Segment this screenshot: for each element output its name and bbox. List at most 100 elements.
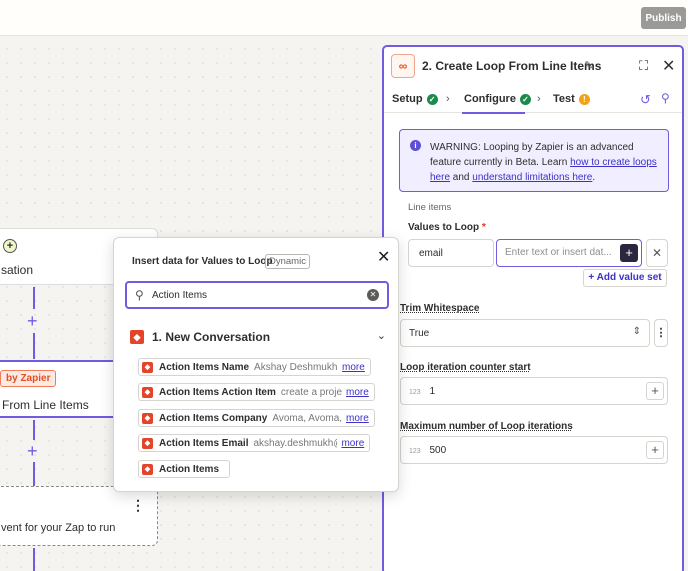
more-link[interactable]: more [346, 413, 369, 424]
option-name: Action Items Company [159, 412, 268, 424]
more-link[interactable]: more [342, 362, 365, 373]
select-value: True [409, 328, 430, 339]
expand-icon[interactable]: ⛶ [639, 58, 648, 74]
trim-whitespace-label: Trim Whitespace [400, 303, 480, 314]
insert-data-plus-icon[interactable]: + [646, 382, 664, 400]
dynamic-badge: Dynamic [265, 254, 310, 269]
step-editor-panel: ∞ 2. Create Loop From Line Items ✎ ⛶ ✕ S… [382, 45, 684, 571]
top-bar: Publish [0, 0, 688, 36]
loop-logo-icon: ∞ [391, 54, 415, 78]
data-option[interactable]: ◆ Action Items Action Item create a proj… [138, 383, 375, 401]
number-hint: 123 [409, 448, 421, 455]
beta-warning-banner: i WARNING: Looping by Zapier is an advan… [399, 129, 669, 192]
empty-action-step-card[interactable]: ⋮ vent for your Zap to run [0, 486, 158, 546]
field-options-icon[interactable]: ⋮ [654, 319, 668, 347]
remove-value-close-icon[interactable]: ✕ [646, 239, 668, 267]
add-value-set-button[interactable]: + Add value set [583, 269, 667, 287]
option-sample: Avoma, Avoma, [272, 412, 343, 424]
line-items-label: Line items [408, 202, 452, 213]
chevron-right-icon: › [446, 93, 450, 105]
counter-start-label: Loop iteration counter start [400, 362, 531, 373]
option-sample: Akshay Deshmukh, [254, 361, 339, 373]
search-icon: ⚲ [135, 288, 144, 302]
data-option[interactable]: ◆ Action Items [138, 460, 231, 478]
chevron-right-icon: › [537, 93, 541, 105]
field-label-text: Values to Loop [408, 222, 480, 233]
loop-value-input[interactable]: Enter text or insert dat... + [496, 239, 642, 267]
app-logo-icon: ◆ [142, 463, 153, 475]
insert-data-plus-icon[interactable]: + [646, 441, 664, 459]
undo-icon[interactable]: ↺ [640, 92, 651, 108]
required-marker: * [481, 222, 486, 233]
values-to-loop-label: Values to Loop * [408, 222, 486, 233]
tab-test[interactable]: Test ! [553, 93, 590, 105]
step-title: sation [1, 263, 34, 277]
insert-data-popup: Insert data for Values to Loop Dynamic ✕… [113, 237, 399, 492]
connector-line [33, 420, 35, 440]
app-logo-icon: ◆ [142, 437, 153, 449]
app-logo-icon: ◆ [142, 361, 153, 373]
check-icon: ✓ [519, 93, 531, 105]
data-option[interactable]: ◆ Action Items Email akshay.deshmukh@ mo… [138, 434, 371, 452]
panel-title: 2. Create Loop From Line Items [422, 59, 602, 73]
option-name: Action Items Action Item [159, 386, 276, 398]
app-logo-icon: ◆ [142, 386, 153, 398]
connector-line [33, 333, 35, 359]
step-tabs: Setup ✓ › Configure ✓ › Test ! [384, 89, 682, 114]
number-hint: 123 [409, 389, 421, 396]
panel-header: ∞ 2. Create Loop From Line Items ✎ ⛶ ✕ [384, 47, 682, 83]
plus-icon: + [588, 272, 597, 283]
plus-circle-icon: + [3, 239, 17, 253]
chevron-updown-icon: ⇕ [632, 326, 641, 337]
group-title: 1. New Conversation [152, 330, 271, 344]
search-input[interactable]: ⚲ Action Items ✕ [125, 281, 389, 309]
active-tab-indicator [462, 112, 525, 114]
max-iterations-input[interactable]: 123 500 + [400, 436, 668, 464]
search-value: Action Items [152, 290, 208, 301]
add-step-plus-icon[interactable]: + [27, 312, 38, 330]
add-step-plus-icon[interactable]: + [27, 442, 38, 460]
tab-configure[interactable]: Configure ✓ [464, 93, 531, 105]
more-link[interactable]: more [341, 438, 364, 449]
loop-key-input[interactable]: email [408, 239, 494, 267]
input-value: 500 [429, 445, 447, 456]
close-icon[interactable]: ✕ [662, 56, 675, 76]
close-icon[interactable]: ✕ [377, 247, 390, 267]
pencil-icon[interactable]: ✎ [584, 59, 593, 72]
clear-icon[interactable]: ✕ [367, 289, 379, 301]
step-title: vent for your Zap to run [1, 522, 116, 534]
warning-text: and [450, 172, 473, 183]
data-option[interactable]: ◆ Action Items Name Akshay Deshmukh, mor… [138, 358, 371, 376]
search-icon[interactable]: ⚲ [661, 91, 670, 105]
option-name: Action Items Email [159, 437, 249, 449]
popup-title: Insert data for Values to Loop [132, 256, 273, 267]
option-name: Action Items [159, 463, 220, 475]
connector-line [33, 462, 35, 486]
tab-setup[interactable]: Setup ✓ [392, 93, 438, 105]
input-value: 1 [429, 386, 436, 397]
app-tag: by Zapier [0, 370, 57, 387]
option-sample: create a proje [280, 386, 343, 398]
counter-start-input[interactable]: 123 1 + [400, 377, 668, 405]
value-placeholder: Enter text or insert dat... [505, 247, 612, 258]
tab-label: Setup [392, 93, 423, 105]
more-link[interactable]: more [346, 387, 369, 398]
limitations-link[interactable]: understand limitations here [472, 172, 592, 183]
more-options-icon[interactable]: ⋮ [131, 497, 145, 514]
publish-button[interactable]: Publish [641, 7, 686, 29]
data-option[interactable]: ◆ Action Items Company Avoma, Avoma, mor… [138, 409, 375, 427]
option-sample: akshay.deshmukh@ [253, 437, 338, 449]
connector-line [33, 548, 35, 571]
option-name: Action Items Name [159, 361, 250, 373]
app-logo-icon: ◆ [142, 412, 153, 424]
warning-icon: ! [578, 93, 590, 105]
tab-label: Test [553, 93, 575, 105]
insert-data-plus-icon[interactable]: + [620, 244, 638, 262]
max-iterations-label: Maximum number of Loop iterations [400, 421, 573, 432]
app-logo-icon: ◆ [130, 330, 144, 344]
step-group-header[interactable]: ◆ 1. New Conversation ⌄ [130, 329, 386, 345]
chevron-down-icon[interactable]: ⌄ [377, 329, 386, 342]
trim-whitespace-select[interactable]: True ⇕ [400, 319, 650, 347]
connector-line [33, 287, 35, 309]
warning-text: . [592, 172, 596, 183]
